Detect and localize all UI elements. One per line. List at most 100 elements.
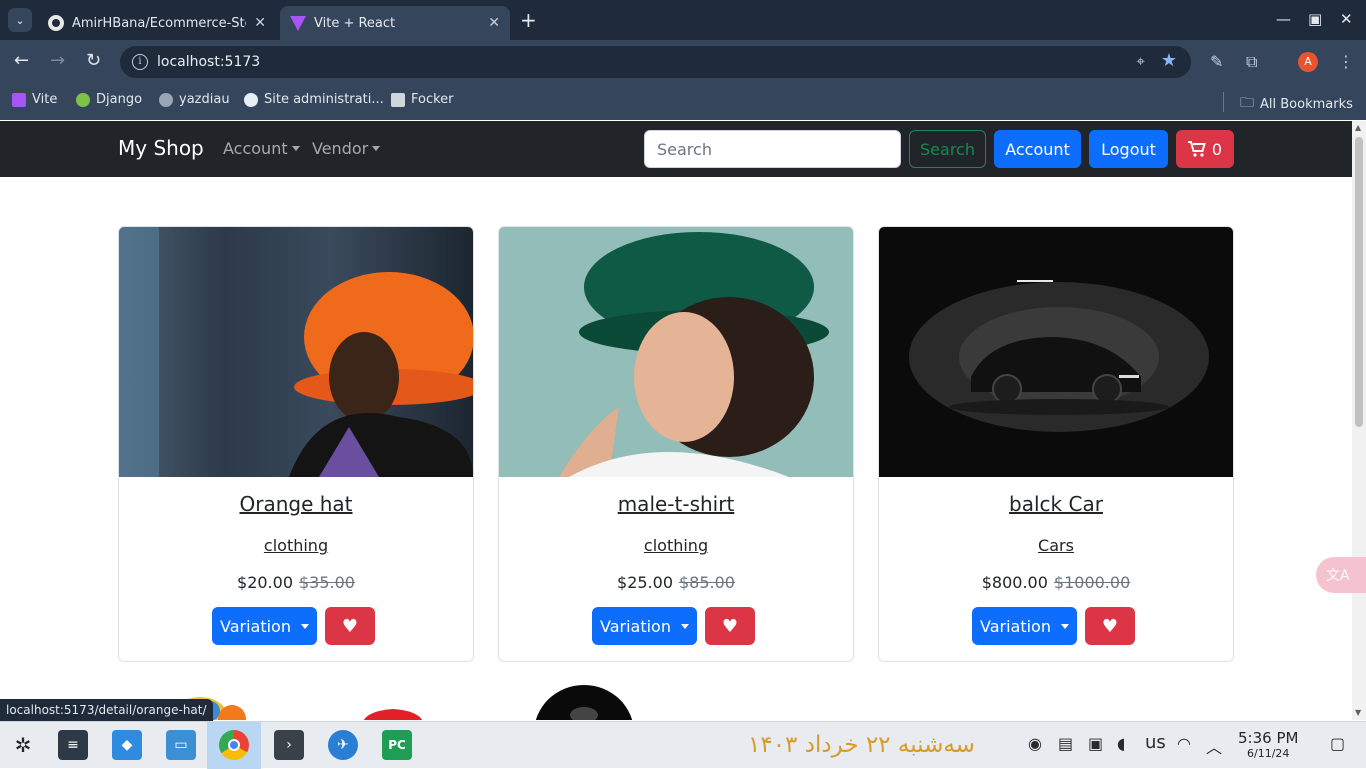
product-image-peek[interactable]: [358, 705, 428, 720]
scroll-down-icon[interactable]: ▼: [1355, 708, 1361, 717]
reload-button[interactable]: ↻: [86, 50, 101, 71]
clock-time: 5:36 PM: [1238, 729, 1299, 747]
bookmark-site-admin[interactable]: Site administrati...: [244, 92, 384, 107]
cart-count: 0: [1211, 139, 1223, 159]
bookmark-yazdiau[interactable]: yazdiau: [159, 92, 230, 107]
logout-button[interactable]: Logout: [1089, 130, 1168, 168]
minimize-button[interactable]: —: [1276, 10, 1291, 28]
product-category-link[interactable]: clothing: [119, 536, 473, 555]
bookmarks-bar: Vite Django yazdiau Site administrati...…: [0, 84, 1366, 120]
heart-icon: ♥: [341, 615, 359, 637]
folder-icon: 🗀: [1240, 95, 1254, 111]
dropdown-label: Vendor: [312, 139, 369, 158]
search-input[interactable]: [644, 130, 901, 168]
bookmarks-divider: [1223, 92, 1224, 112]
site-info-icon[interactable]: i: [132, 54, 148, 70]
product-image[interactable]: [119, 227, 473, 477]
account-button[interactable]: Account: [994, 130, 1081, 168]
clock[interactable]: 5:36 PM 6/11/24: [1238, 729, 1298, 760]
bookmark-vite[interactable]: Vite: [12, 92, 57, 107]
vault-icon[interactable]: ▣: [1088, 734, 1103, 753]
scroll-up-icon[interactable]: ▲: [1355, 123, 1361, 132]
menu-icon[interactable]: ⋮: [1338, 52, 1354, 71]
bookmark-label: Django: [96, 92, 143, 107]
product-image[interactable]: [879, 227, 1233, 477]
extensions-icon[interactable]: ⧉: [1246, 52, 1257, 72]
product-category-link[interactable]: clothing: [499, 536, 853, 555]
edit-icon[interactable]: ✎: [1210, 52, 1223, 71]
vpn-icon[interactable]: ◉: [1028, 734, 1042, 753]
keyboard-layout[interactable]: us: [1145, 732, 1166, 753]
tab-title: Vite + React: [314, 15, 396, 31]
product-title-link[interactable]: male-t-shirt: [499, 492, 853, 516]
show-desktop-icon[interactable]: ▢: [1330, 734, 1345, 753]
pycharm-icon[interactable]: PC: [382, 730, 412, 760]
back-button[interactable]: ←: [14, 50, 29, 71]
tab-github[interactable]: AmirHBana/Ecommerce-Sto ✕: [38, 6, 276, 40]
bookmark-label: All Bookmarks: [1260, 96, 1353, 112]
product-title-link[interactable]: balck Car: [879, 492, 1233, 516]
scroll-thumb[interactable]: [1355, 137, 1363, 427]
product-title-link[interactable]: Orange hat: [119, 492, 473, 516]
product-category-link[interactable]: Cars: [879, 536, 1233, 555]
vite-icon: [290, 15, 306, 31]
terminal-icon[interactable]: ›: [274, 730, 304, 760]
variation-label: Variation: [980, 616, 1051, 636]
caret-down-icon: [300, 623, 309, 629]
product-card: male-t-shirt clothing $25.00 $85.00 Varia…: [498, 226, 854, 662]
heart-icon: ♥: [721, 615, 739, 637]
wishlist-button[interactable]: ♥: [1085, 607, 1135, 645]
bookmark-star-icon[interactable]: ★: [1161, 50, 1177, 71]
system-settings-icon[interactable]: ≡: [58, 730, 88, 760]
bookmark-label: Site administrati...: [264, 92, 384, 107]
app-launcher-icon[interactable]: ✲: [8, 730, 38, 760]
product-price: $25.00 $85.00: [499, 573, 853, 592]
bookmark-django[interactable]: Django: [76, 92, 142, 107]
close-tab-icon[interactable]: ✕: [488, 15, 500, 31]
all-bookmarks[interactable]: 🗀 All Bookmarks: [1240, 92, 1353, 116]
forward-button[interactable]: →: [50, 50, 65, 71]
chrome-icon[interactable]: [219, 730, 249, 760]
globe-icon: [159, 92, 173, 107]
product-image[interactable]: [499, 227, 853, 477]
new-tab-button[interactable]: +: [520, 10, 537, 30]
tab-search-button[interactable]: ⌄: [8, 8, 32, 32]
product-card: Orange hat clothing $20.00 $35.00 Variati…: [118, 226, 474, 662]
file-manager-icon[interactable]: ▭: [166, 730, 196, 760]
account-dropdown[interactable]: Account: [223, 139, 300, 158]
variation-label: Variation: [220, 616, 291, 636]
clipboard-icon[interactable]: ▤: [1058, 734, 1073, 753]
volume-icon[interactable]: ◖: [1117, 734, 1125, 753]
bookmark-label: yazdiau: [179, 92, 230, 107]
product-image-peek[interactable]: [534, 685, 634, 720]
vendor-dropdown[interactable]: Vendor: [312, 139, 381, 158]
address-bar[interactable]: i localhost:5173 ⌖ ★: [120, 46, 1191, 78]
tab-vite-react[interactable]: Vite + React ✕: [280, 6, 510, 40]
variation-dropdown[interactable]: Variation: [592, 607, 697, 645]
wishlist-button[interactable]: ♥: [705, 607, 755, 645]
page-viewport: My Shop Account Vendor Search Account Lo…: [0, 121, 1352, 720]
variation-dropdown[interactable]: Variation: [212, 607, 317, 645]
tab-title: AmirHBana/Ecommerce-Sto: [72, 15, 247, 31]
location-icon[interactable]: ⌖: [1137, 52, 1145, 70]
caret-down-icon: [291, 146, 300, 151]
page-scrollbar[interactable]: ▲ ▼: [1352, 121, 1366, 720]
translate-button[interactable]: 文A: [1316, 557, 1366, 593]
cart-button[interactable]: 0: [1176, 130, 1234, 168]
admin-icon: [244, 92, 258, 107]
maximize-button[interactable]: ▣: [1308, 10, 1322, 28]
focker-icon: [391, 92, 405, 107]
wifi-icon[interactable]: ◠: [1177, 734, 1191, 753]
discover-icon[interactable]: ◆: [112, 730, 142, 760]
variation-dropdown[interactable]: Variation: [972, 607, 1077, 645]
wishlist-button[interactable]: ♥: [325, 607, 375, 645]
close-window-button[interactable]: ✕: [1340, 10, 1353, 28]
bookmark-focker[interactable]: Focker: [391, 92, 454, 107]
search-button[interactable]: Search: [909, 130, 986, 168]
chevron-up-icon[interactable]: ︿: [1206, 734, 1222, 758]
close-tab-icon[interactable]: ✕: [254, 15, 266, 31]
browser-app-icon[interactable]: ✈: [328, 730, 358, 760]
caret-down-icon: [372, 146, 381, 151]
shop-brand[interactable]: My Shop: [118, 136, 204, 160]
profile-avatar[interactable]: A: [1298, 52, 1318, 72]
